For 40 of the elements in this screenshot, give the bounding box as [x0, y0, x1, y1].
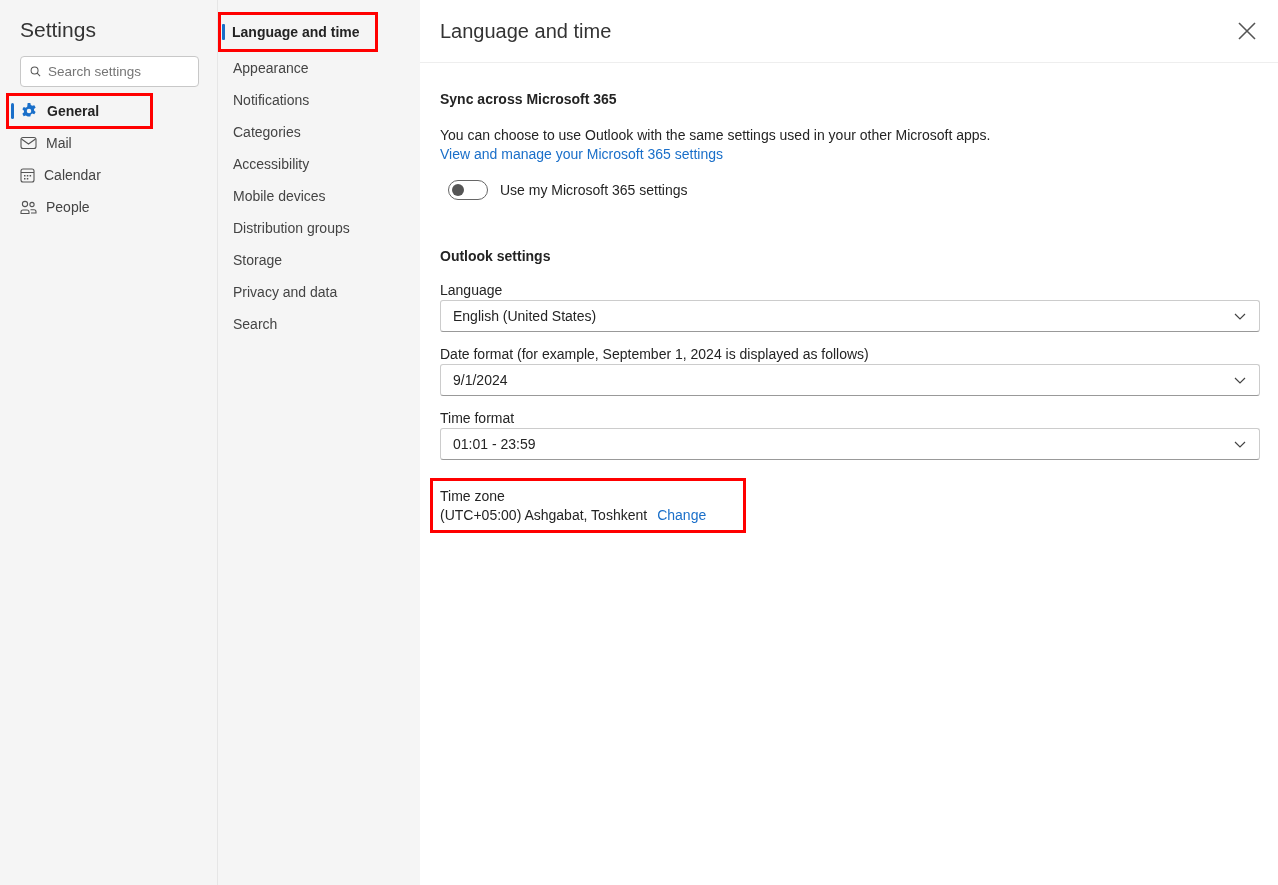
field-label: Time format — [440, 410, 516, 426]
chevron-down-icon — [1234, 440, 1246, 448]
mail-icon — [20, 136, 37, 150]
section-heading: Sync across Microsoft 365 — [440, 91, 618, 107]
subnav-item[interactable]: Mobile devices — [220, 180, 342, 212]
subnav-item[interactable]: Language and time — [218, 12, 378, 52]
panel-title: Language and time — [440, 19, 612, 43]
toggle-switch[interactable] — [448, 180, 488, 200]
time-zone-value: (UTC+05:00) Ashgabat, Toshkent — [440, 507, 648, 523]
dropdown-field[interactable]: English (United States) — [440, 300, 1260, 332]
subnav-item[interactable]: Privacy and data — [220, 276, 354, 308]
toggle-label: Use my Microsoft 365 settings — [500, 182, 688, 198]
subnav-item[interactable]: Search — [220, 308, 294, 340]
dropdown-field[interactable]: 9/1/2024 — [440, 364, 1260, 396]
subnav-item[interactable]: Notifications — [220, 84, 326, 116]
calendar-icon — [20, 167, 35, 183]
people-icon — [20, 199, 37, 215]
subnav-item[interactable]: Accessibility — [220, 148, 326, 180]
subnav-item[interactable]: Categories — [220, 116, 317, 148]
gear-icon — [20, 102, 38, 120]
field-label: Time zone — [440, 488, 506, 504]
close-icon[interactable] — [1238, 22, 1256, 40]
subnav-item[interactable]: Storage — [220, 244, 299, 276]
settings-link[interactable]: View and manage your Microsoft 365 settings — [440, 146, 723, 162]
nav-item[interactable]: Calendar — [0, 159, 153, 191]
nav-item[interactable]: People — [0, 191, 142, 223]
nav-item[interactable]: Mail — [0, 127, 124, 159]
field-label: Date format (for example, September 1, 2024 is displayed as follows) — [440, 346, 870, 362]
chevron-down-icon — [1234, 376, 1246, 384]
chevron-down-icon — [1234, 312, 1246, 320]
change-link[interactable]: Change — [657, 507, 707, 523]
settings-title: Settings — [20, 18, 97, 42]
description-text: You can choose to use Outlook with the same settings used in your other Microsoft apps. — [440, 127, 992, 143]
search-field[interactable]: Search settings — [20, 56, 199, 87]
subnav-item[interactable]: Distribution groups — [220, 212, 366, 244]
subnav-item[interactable]: Appearance — [220, 52, 325, 84]
field-label: Language — [440, 282, 504, 298]
section-heading: Outlook settings — [440, 248, 552, 264]
dropdown-field[interactable]: 01:01 - 23:59 — [440, 428, 1260, 460]
nav-item[interactable]: General — [8, 95, 152, 127]
